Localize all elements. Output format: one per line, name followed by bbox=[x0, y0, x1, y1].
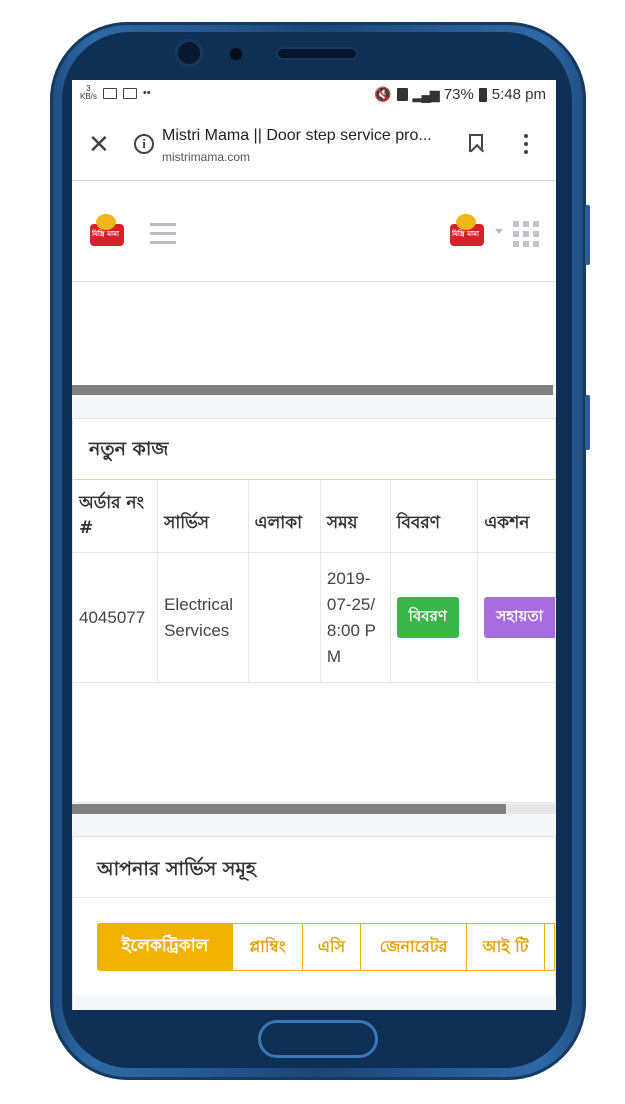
action-cell: সহায়তা bbox=[477, 552, 555, 683]
column-header: অর্ডার নং # bbox=[73, 480, 159, 553]
tab-electrical[interactable]: ইলেকট্রিকাল bbox=[97, 923, 233, 971]
column-header: একশন bbox=[477, 480, 555, 553]
help-button[interactable]: সহায়তা bbox=[484, 597, 555, 638]
blank-panel bbox=[72, 282, 556, 386]
site-header: মিস্ত্রি মামা মিস্ত্রি মামা bbox=[72, 181, 556, 282]
card-footer-gap bbox=[73, 995, 556, 1010]
mute-icon: 🔇 bbox=[374, 86, 392, 102]
menu-icon[interactable] bbox=[150, 223, 176, 250]
column-header: বিবরণ bbox=[390, 480, 479, 553]
proximity-sensor bbox=[230, 48, 242, 60]
more-menu-icon[interactable] bbox=[524, 134, 530, 158]
column-header: এলাকা bbox=[248, 480, 321, 553]
page-title: Mistri Mama || Door step service pro... bbox=[162, 127, 432, 144]
site-logo[interactable]: মিস্ত্রি মামা bbox=[90, 214, 126, 248]
column-header: সময় bbox=[320, 480, 391, 553]
image-icon bbox=[122, 87, 137, 99]
service-name: Electrical Services bbox=[157, 552, 249, 683]
detail-button[interactable]: বিবরণ bbox=[396, 597, 459, 638]
horizontal-scrollbar[interactable] bbox=[72, 385, 553, 395]
close-icon[interactable]: ✕ bbox=[88, 130, 110, 160]
front-camera bbox=[178, 42, 200, 64]
volume-button bbox=[585, 205, 590, 265]
divider bbox=[73, 897, 556, 898]
jobs-table: অর্ডার নং # সার্ভিস এলাকা সময় বিবরণ একশ… bbox=[73, 480, 555, 683]
more-notifications: •• bbox=[142, 87, 151, 99]
clock: 5:48 pm bbox=[491, 86, 546, 103]
column-header: সার্ভিস bbox=[157, 480, 249, 553]
user-avatar[interactable]: মিস্ত্রি মামা bbox=[450, 214, 486, 248]
tab-it[interactable]: আই টি bbox=[467, 923, 545, 971]
bookmark-icon[interactable] bbox=[469, 134, 483, 152]
sim-icon bbox=[396, 88, 408, 101]
new-jobs-card: নতুন কাজ অর্ডার নং # সার্ভিস এলাকা সময় … bbox=[72, 418, 556, 803]
laptop-icon bbox=[102, 87, 117, 99]
scrollbar-thumb[interactable] bbox=[72, 804, 506, 814]
chevron-down-icon[interactable] bbox=[495, 229, 503, 234]
earpiece-speaker bbox=[278, 49, 356, 58]
home-button[interactable] bbox=[258, 1020, 378, 1058]
schedule-time: 2019-07-25/8:00 PM bbox=[320, 552, 391, 683]
order-number: 4045077 bbox=[73, 552, 159, 683]
battery-icon bbox=[478, 87, 487, 102]
power-button bbox=[585, 395, 590, 450]
status-bar: 3 KB/s •• 🔇 ▂▄▆ 73% 5:48 pm bbox=[72, 80, 556, 112]
tab-plumbing[interactable]: প্লাম্বিং bbox=[233, 923, 303, 971]
apps-grid-icon[interactable] bbox=[513, 221, 539, 247]
tab-generator[interactable]: জেনারেটর bbox=[361, 923, 467, 971]
battery-percent: 73% bbox=[443, 86, 474, 103]
screen: 3 KB/s •• 🔇 ▂▄▆ 73% 5:48 pm ✕ i Mistri M… bbox=[72, 80, 556, 1010]
new-jobs-title: নতুন কাজ bbox=[89, 438, 169, 460]
tab-ac[interactable]: এসি bbox=[303, 923, 361, 971]
tab-overflow[interactable] bbox=[545, 923, 555, 971]
service-tabs: ইলেকট্রিকাল প্লাম্বিং এসি জেনারেটর আই টি bbox=[97, 923, 555, 971]
signal-icon: ▂▄▆ bbox=[412, 86, 440, 102]
table-scrollbar[interactable] bbox=[72, 804, 556, 814]
network-speed: 3 KB/s bbox=[80, 84, 97, 101]
info-icon[interactable]: i bbox=[134, 134, 154, 154]
detail-cell: বিবরণ bbox=[390, 552, 479, 683]
area bbox=[248, 552, 321, 683]
services-card: আপনার সার্ভিস সমূহ ইলেকট্রিকাল প্লাম্বিং… bbox=[72, 836, 556, 1010]
browser-toolbar: ✕ i Mistri Mama || Door step service pro… bbox=[72, 112, 556, 181]
table-header-row: অর্ডার নং # সার্ভিস এলাকা সময় বিবরণ একশ… bbox=[73, 480, 555, 553]
services-title: আপনার সার্ভিস সমূহ bbox=[97, 858, 256, 880]
table-row: 4045077 Electrical Services 2019-07-25/8… bbox=[73, 552, 555, 683]
page-domain: mistrimama.com bbox=[162, 150, 251, 164]
